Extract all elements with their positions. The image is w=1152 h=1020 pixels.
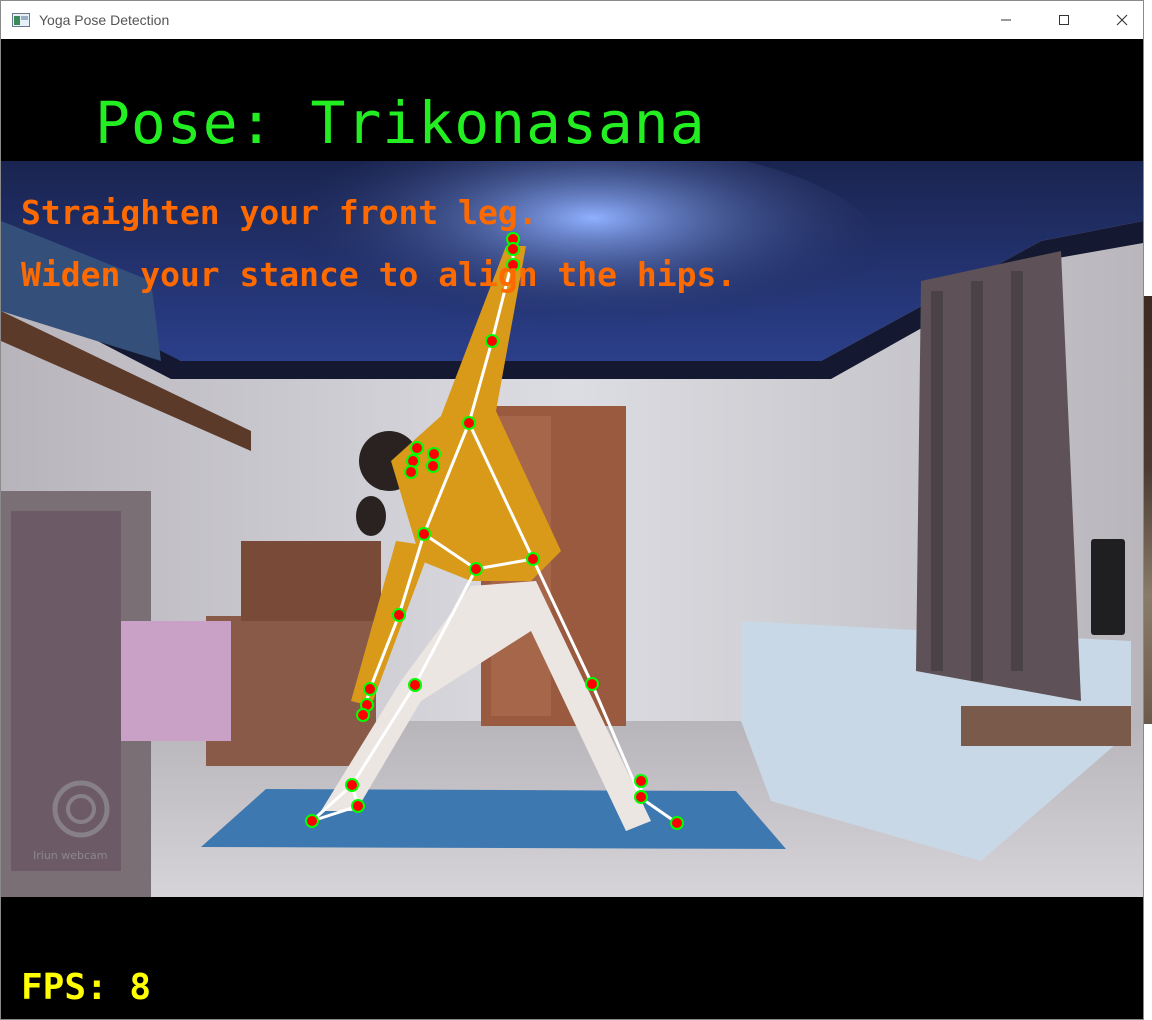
pose-label: Pose: Trikonasana	[95, 89, 706, 157]
minimize-button[interactable]	[977, 1, 1035, 39]
app-icon	[12, 12, 30, 28]
background-window-edge	[1144, 0, 1152, 1020]
video-canvas: Iriun webcam Pose: Trikonasana Straighte…	[1, 39, 1143, 1019]
webcam-watermark: Iriun webcam	[33, 849, 108, 862]
maximize-icon	[1058, 11, 1070, 30]
maximize-button[interactable]	[1035, 1, 1093, 39]
app-window: Yoga Pose Detection Iriun webcam Pose: T…	[0, 0, 1144, 1020]
feedback-line: Widen your stance to align the hips.	[21, 255, 737, 294]
close-button[interactable]	[1093, 1, 1151, 39]
minimize-icon	[1000, 11, 1012, 30]
fps-counter: FPS: 8	[21, 967, 152, 1008]
title-bar[interactable]: Yoga Pose Detection	[1, 1, 1143, 40]
close-icon	[1116, 11, 1128, 30]
window-title: Yoga Pose Detection	[39, 12, 170, 28]
feedback-line: Straighten your front leg.	[21, 193, 538, 232]
